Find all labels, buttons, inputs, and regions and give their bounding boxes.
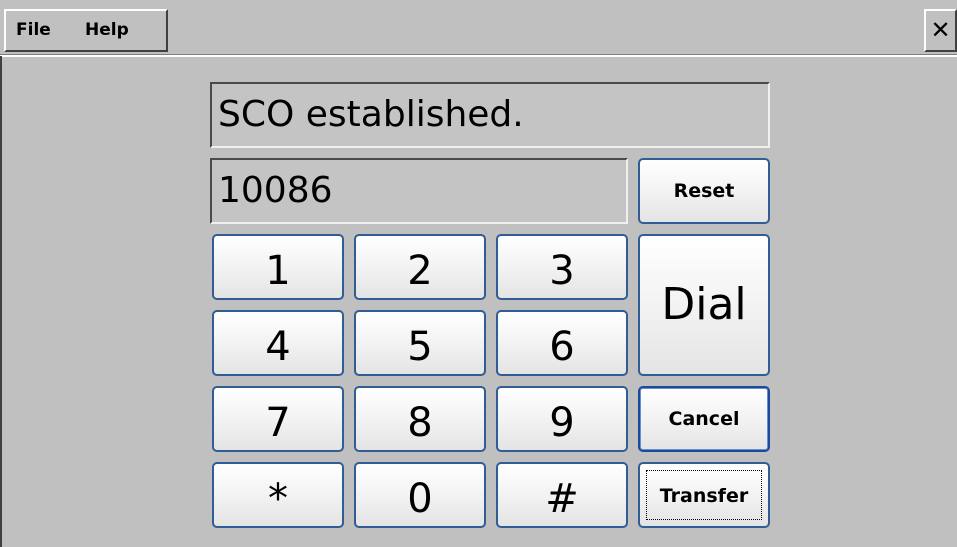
key-0[interactable]: 0 (354, 462, 486, 528)
menu-help[interactable]: Help (85, 20, 129, 40)
reset-button[interactable]: Reset (638, 158, 770, 224)
key-8[interactable]: 8 (354, 386, 486, 452)
transfer-button-label: Transfer (646, 470, 762, 520)
menu-separator (0, 54, 957, 57)
menu-file[interactable]: File (16, 20, 51, 40)
status-display: SCO established. (210, 82, 770, 148)
window-left-edge (0, 56, 2, 547)
close-button[interactable]: ✕ (924, 9, 957, 52)
key-star[interactable]: * (212, 462, 344, 528)
close-icon: ✕ (930, 16, 951, 44)
key-1[interactable]: 1 (212, 234, 344, 300)
key-3[interactable]: 3 (496, 234, 628, 300)
dial-button[interactable]: Dial (638, 234, 770, 376)
dialer-window: File Help ✕ SCO established. 10086 Reset… (0, 0, 957, 547)
key-6[interactable]: 6 (496, 310, 628, 376)
key-7[interactable]: 7 (212, 386, 344, 452)
menu-group: File Help (4, 9, 168, 52)
key-4[interactable]: 4 (212, 310, 344, 376)
key-5[interactable]: 5 (354, 310, 486, 376)
key-9[interactable]: 9 (496, 386, 628, 452)
key-hash[interactable]: # (496, 462, 628, 528)
number-display[interactable]: 10086 (210, 158, 628, 224)
transfer-button[interactable]: Transfer (638, 462, 770, 528)
cancel-button[interactable]: Cancel (638, 386, 770, 452)
key-2[interactable]: 2 (354, 234, 486, 300)
menu-bar: File Help ✕ (0, 0, 957, 55)
